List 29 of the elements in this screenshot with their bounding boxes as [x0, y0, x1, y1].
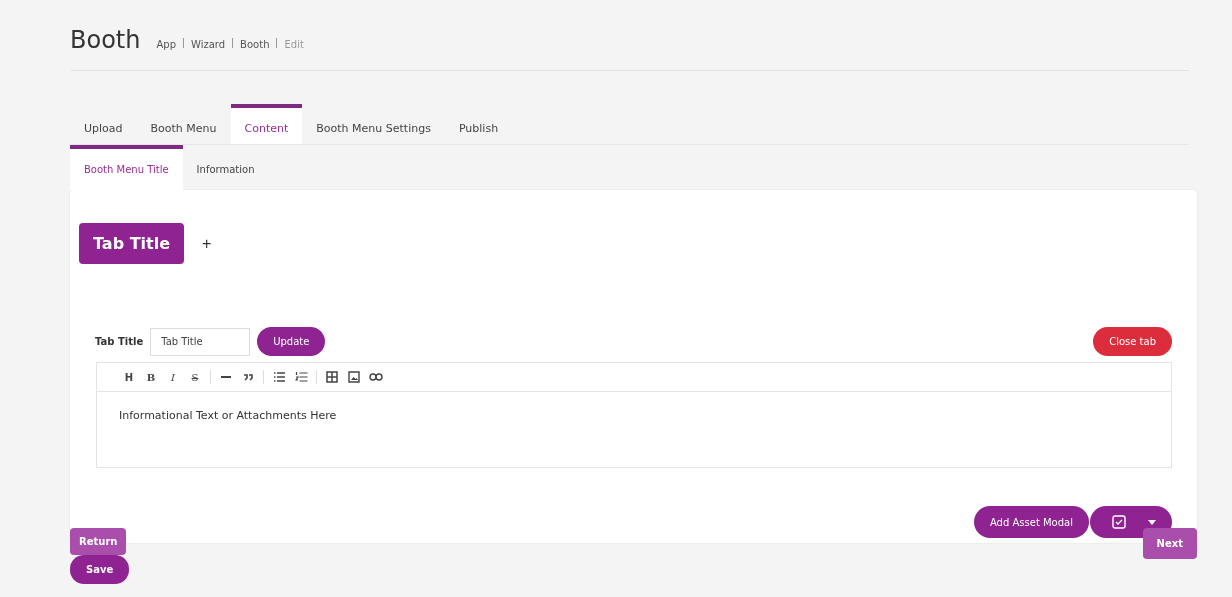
- close-tab-button[interactable]: Close tab: [1093, 327, 1172, 356]
- sub-tab[interactable]: Booth Menu Title: [70, 145, 183, 190]
- bold-button[interactable]: B: [141, 369, 161, 385]
- update-button[interactable]: Update: [257, 327, 326, 356]
- tab-title-field[interactable]: Tab Title: [150, 327, 251, 356]
- checkbox-icon: [1112, 515, 1126, 529]
- wizard-tab[interactable]: Content: [230, 104, 303, 144]
- italic-button[interactable]: I: [163, 369, 183, 385]
- breadcrumb-link[interactable]: App: [156, 39, 176, 50]
- caret-icon: [1148, 519, 1156, 525]
- strikethrough-button[interactable]: S: [185, 369, 205, 385]
- checkbox-dropdown-button[interactable]: [1090, 506, 1172, 538]
- breadcrumb-link[interactable]: Wizard: [191, 39, 226, 50]
- save-button[interactable]: Save: [70, 555, 130, 584]
- return-button[interactable]: Return: [70, 528, 127, 555]
- add-asset-button[interactable]: Add Asset Modal: [973, 506, 1089, 538]
- title-tab[interactable]: Tab Title: [79, 223, 185, 264]
- sub-tab[interactable]: Information: [182, 145, 269, 190]
- editor-text[interactable]: Informational Text or Attachments Here: [97, 392, 1171, 467]
- wizard-tab[interactable]: Booth Menu: [136, 104, 231, 144]
- add-tab-button[interactable]: +: [196, 233, 218, 254]
- wizard-tab[interactable]: Booth Menu Settings: [302, 104, 445, 144]
- wizard-tab[interactable]: Upload: [70, 104, 137, 144]
- breadcrumb-link[interactable]: Booth: [240, 39, 270, 50]
- next-button[interactable]: Next: [1142, 528, 1197, 559]
- page-title: Booth: [70, 26, 141, 54]
- heading-button[interactable]: H: [119, 369, 139, 385]
- wizard-tab[interactable]: Publish: [444, 104, 513, 144]
- tab-title-label: Tab Title: [95, 336, 144, 347]
